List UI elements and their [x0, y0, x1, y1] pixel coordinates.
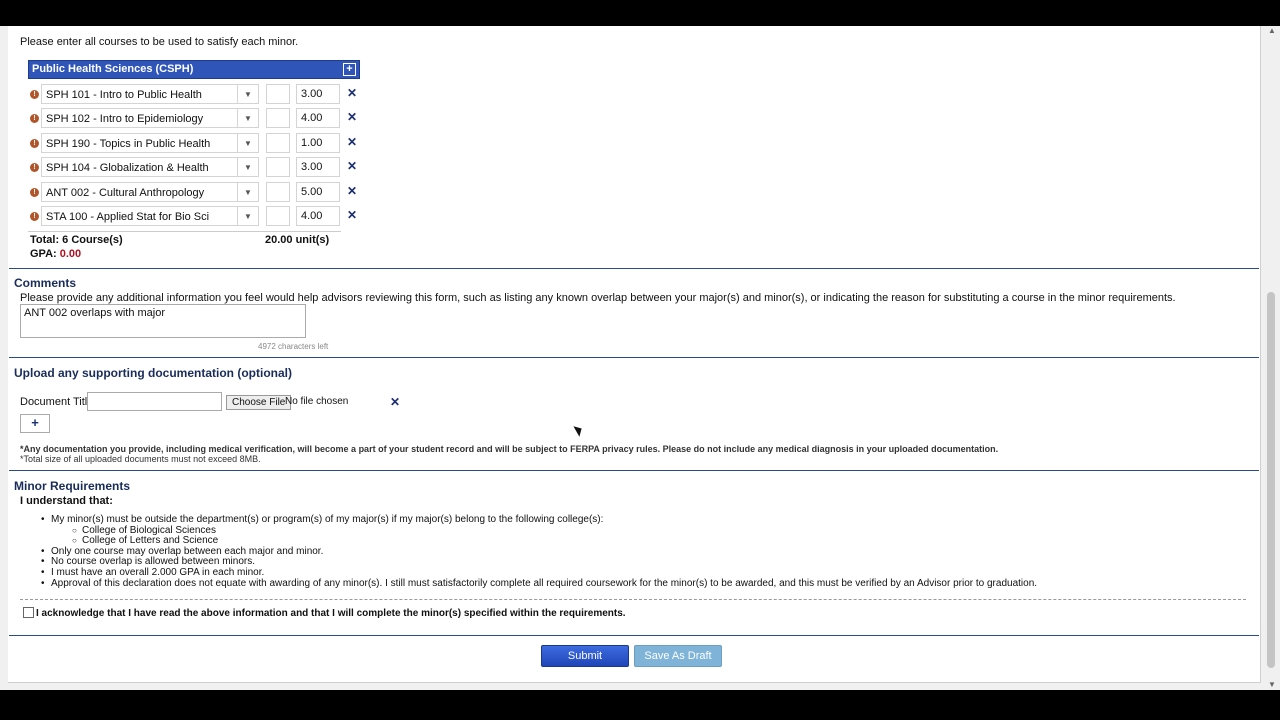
course-row: ! SPH 104 - Globalization & Health ▼ 3.00…: [28, 157, 368, 179]
document-title-input[interactable]: [87, 392, 222, 411]
gpa-label: GPA:: [30, 248, 57, 260]
scroll-up-icon[interactable]: ▲: [1267, 26, 1277, 36]
section-divider: [9, 357, 1259, 358]
section-divider: [9, 470, 1259, 471]
chevron-down-icon[interactable]: ▼: [237, 207, 258, 225]
course-row: ! ANT 002 - Cultural Anthropology ▼ 5.00 …: [28, 182, 368, 204]
exclamation-circle-icon: !: [30, 139, 39, 148]
units-divider: [28, 231, 341, 232]
minor-panel-header: Public Health Sciences (CSPH) +: [28, 60, 360, 79]
course-select[interactable]: SPH 104 - Globalization & Health ▼: [41, 157, 259, 177]
course-select[interactable]: SPH 101 - Intro to Public Health ▼: [41, 84, 259, 104]
form-card: Please enter all courses to be used to s…: [8, 26, 1261, 683]
acknowledge-text: I acknowledge that I have read the above…: [36, 608, 626, 619]
units-input[interactable]: 3.00: [296, 157, 340, 177]
grade-input[interactable]: [266, 84, 290, 104]
file-status: No file chosen: [285, 396, 349, 407]
close-icon[interactable]: ✕: [347, 87, 357, 99]
college-list: College of Biological Sciences College o…: [51, 525, 1037, 547]
close-icon[interactable]: ✕: [347, 160, 357, 172]
course-row: ! SPH 190 - Topics in Public Health ▼ 1.0…: [28, 133, 368, 155]
chevron-down-icon[interactable]: ▼: [237, 109, 258, 127]
comments-help: Please provide any additional informatio…: [20, 292, 1176, 304]
document-title-label: Document Title:: [20, 396, 97, 408]
close-icon[interactable]: ✕: [347, 209, 357, 221]
requirements-list: My minor(s) must be outside the departme…: [41, 514, 1037, 590]
grade-input[interactable]: [266, 157, 290, 177]
comments-title: Comments: [14, 276, 80, 290]
list-item: I must have an overall 2.000 GPA in each…: [41, 567, 1037, 579]
units-input[interactable]: 3.00: [296, 84, 340, 104]
exclamation-circle-icon: !: [30, 114, 39, 123]
units-input[interactable]: 5.00: [296, 182, 340, 202]
intro-text: Please enter all courses to be used to s…: [20, 36, 299, 48]
exclamation-circle-icon: !: [30, 163, 39, 172]
close-icon[interactable]: ✕: [347, 185, 357, 197]
add-document-button[interactable]: +: [20, 414, 50, 433]
section-divider: [9, 635, 1259, 636]
list-item: Approval of this declaration does not eq…: [41, 578, 1037, 590]
chevron-down-icon[interactable]: ▼: [237, 85, 258, 103]
close-icon[interactable]: ✕: [347, 136, 357, 148]
exclamation-circle-icon: !: [30, 188, 39, 197]
units-input[interactable]: 4.00: [296, 206, 340, 226]
grade-input[interactable]: [266, 133, 290, 153]
list-item: College of Biological Sciences: [72, 525, 1037, 537]
scroll-down-icon[interactable]: ▼: [1267, 680, 1277, 690]
grade-input[interactable]: [266, 206, 290, 226]
course-select[interactable]: SPH 190 - Topics in Public Health ▼: [41, 133, 259, 153]
course-row: ! SPH 101 - Intro to Public Health ▼ 3.00…: [28, 84, 368, 106]
course-select[interactable]: SPH 102 - Intro to Epidemiology ▼: [41, 108, 259, 128]
units-input[interactable]: 4.00: [296, 108, 340, 128]
close-icon[interactable]: ✕: [347, 111, 357, 123]
grade-input[interactable]: [266, 182, 290, 202]
chevron-down-icon[interactable]: ▼: [237, 183, 258, 201]
submit-button[interactable]: Submit: [541, 645, 629, 667]
vertical-scrollbar[interactable]: ▲ ▼: [1264, 26, 1280, 690]
course-row: ! STA 100 - Applied Stat for Bio Sci ▼ 4.…: [28, 206, 368, 228]
total-units: 20.00 unit(s): [265, 234, 330, 246]
plus-box-icon[interactable]: +: [343, 63, 356, 76]
requirements-lead: I understand that:: [20, 495, 113, 507]
close-icon[interactable]: ✕: [390, 395, 400, 409]
list-item: My minor(s) must be outside the departme…: [41, 514, 1037, 547]
total-courses: Total: 6 Course(s): [30, 234, 123, 246]
exclamation-circle-icon: !: [30, 90, 39, 99]
gpa-line: GPA: 0.00: [30, 248, 81, 260]
upload-note-ferpa: *Any documentation you provide, includin…: [20, 444, 999, 454]
course-select[interactable]: ANT 002 - Cultural Anthropology ▼: [41, 182, 259, 202]
requirements-title: Minor Requirements: [14, 479, 134, 493]
save-as-draft-button[interactable]: Save As Draft: [634, 645, 722, 667]
course-select[interactable]: STA 100 - Applied Stat for Bio Sci ▼: [41, 206, 259, 226]
chevron-down-icon[interactable]: ▼: [237, 158, 258, 176]
course-row: ! SPH 102 - Intro to Epidemiology ▼ 4.00 …: [28, 108, 368, 130]
acknowledge-checkbox[interactable]: [23, 607, 34, 618]
chevron-down-icon[interactable]: ▼: [237, 134, 258, 152]
dashed-divider: [20, 599, 1246, 600]
characters-left: 4972 characters left: [258, 342, 329, 351]
grade-input[interactable]: [266, 108, 290, 128]
minor-panel-title: Public Health Sciences (CSPH): [32, 63, 194, 75]
gpa-value: 0.00: [59, 248, 82, 260]
section-divider: [9, 268, 1259, 269]
choose-file-button[interactable]: Choose File: [226, 395, 292, 410]
upload-title: Upload any supporting documentation (opt…: [14, 366, 295, 380]
page: Please enter all courses to be used to s…: [0, 26, 1280, 690]
comments-textarea[interactable]: ANT 002 overlaps with major: [20, 304, 306, 338]
exclamation-circle-icon: !: [30, 212, 39, 221]
units-input[interactable]: 1.00: [296, 133, 340, 153]
upload-note-size: *Total size of all uploaded documents mu…: [20, 454, 261, 464]
scroll-thumb[interactable]: [1267, 292, 1275, 668]
